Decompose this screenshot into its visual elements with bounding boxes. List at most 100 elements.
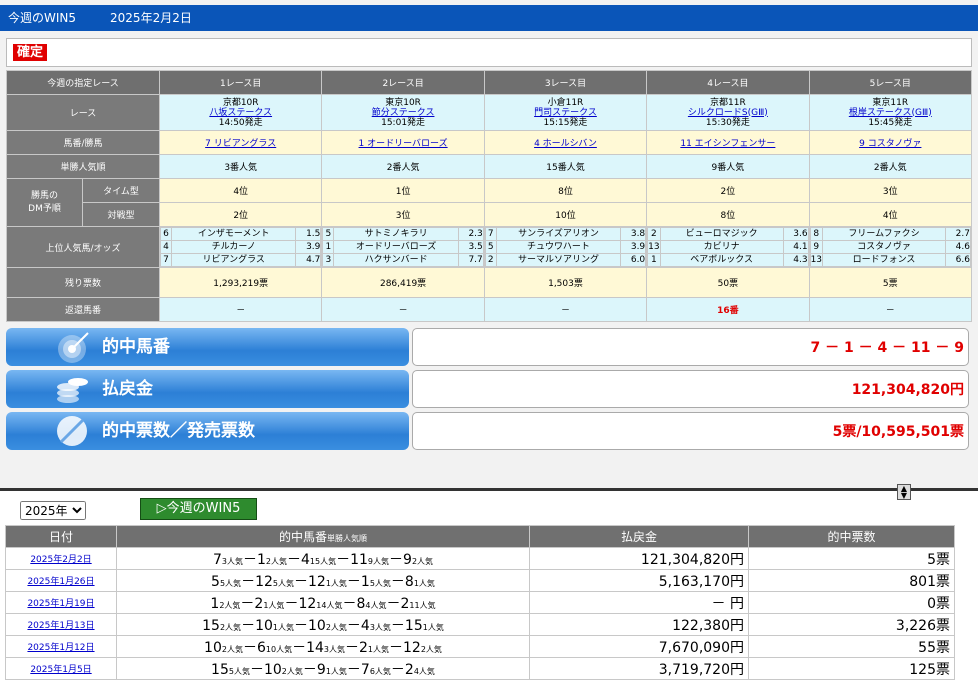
odds-row: 3 ハクサンバード 7.7: [322, 253, 484, 267]
history-date-link[interactable]: 2025年1月26日: [27, 577, 94, 587]
history-result-cell: 102人気－610人気－143人気－21人気－122人気: [116, 635, 530, 658]
history-hit-count: 125票: [748, 657, 955, 680]
history-date-link[interactable]: 2025年2月2日: [30, 555, 91, 565]
leg-popularity: 1人気: [413, 578, 435, 588]
current-win5-panel: 今週のWIN5 2025年2月2日 確定 今週の指定レース 1レース目 2レース目…: [0, 0, 978, 489]
history-date-link[interactable]: 2025年1月5日: [30, 665, 91, 675]
winner-popularity: 2番人気: [321, 154, 485, 179]
winner-link[interactable]: 1 オードリーバローズ: [359, 139, 448, 149]
refund-horse: －: [808, 297, 973, 322]
odds-horse-number: 13: [810, 253, 824, 267]
race-name-link[interactable]: シルクロードS(GⅢ): [688, 108, 768, 118]
race-start-time: 15:01発走: [381, 117, 426, 128]
history-date-link[interactable]: 2025年1月19日: [27, 599, 94, 609]
leg-separator: －: [342, 595, 357, 612]
leg-popularity: 1人気: [325, 578, 347, 588]
history-payout: 122,380円: [529, 613, 749, 636]
dm-vs-rank: 4位: [808, 202, 973, 227]
race-cell-5: 東京11R 根岸ステークス(GⅢ) 15:45発走: [808, 94, 973, 131]
odds-row: 1 オードリーバローズ 3.5: [322, 240, 484, 254]
confirmed-badge: 確定: [13, 44, 48, 61]
payout-value: 121,304,820円: [412, 370, 969, 408]
winner-link[interactable]: 9 コスタノヴァ: [859, 139, 921, 149]
leg-number: 12: [307, 573, 326, 590]
leg-separator: －: [390, 573, 405, 590]
remaining-votes: 286,419票: [321, 267, 485, 298]
history-header-date: 日付: [5, 525, 117, 548]
winner-link[interactable]: 11 エイシンフェンサー: [680, 139, 775, 149]
col-header-leg-2: 2レース目: [321, 70, 485, 95]
race-name-link[interactable]: 門司ステークス: [534, 108, 597, 118]
race-venue: 京都11R: [710, 97, 746, 108]
odds-horse-name: リビアングラス: [170, 253, 297, 267]
winner-link[interactable]: 4 ホールシバン: [534, 139, 597, 149]
odds-horse-name: カビリナ: [659, 240, 784, 254]
leg-number: 7: [212, 551, 222, 568]
page-title: 今週のWIN5: [8, 11, 77, 25]
winner-link[interactable]: 7 リビアングラス: [205, 139, 276, 149]
race-name-link[interactable]: 八坂ステークス: [209, 108, 272, 118]
history-payout: 121,304,820円: [529, 547, 749, 570]
odds-value: 4.1: [782, 240, 809, 254]
odds-horse-number: 5: [485, 240, 497, 254]
leg-separator: －: [293, 573, 308, 590]
odds-horse-name: コスタノヴァ: [822, 240, 946, 254]
odds-value: 3.5: [457, 240, 484, 254]
history-date-link[interactable]: 2025年1月12日: [27, 643, 94, 653]
row-label-horse: 馬番/勝馬: [6, 130, 160, 155]
race-name-link[interactable]: 節分ステークス: [372, 108, 435, 118]
leg-number: 9: [316, 661, 326, 678]
hit-numbers-band: 的中馬番: [6, 328, 409, 366]
race-venue: 京都10R: [222, 97, 259, 108]
status-bar: 確定: [6, 38, 972, 67]
leg-popularity: 2人気: [325, 622, 347, 632]
race-start-time: 15:30発走: [705, 117, 750, 128]
dm-vs-rank: 2位: [158, 202, 323, 227]
col-header-leg-3: 3レース目: [483, 70, 648, 95]
leg-number: 10: [204, 639, 222, 656]
history-hit-count: 5票: [748, 547, 955, 570]
leg-separator: －: [241, 573, 256, 590]
history-row: 2025年1月12日 102人気－610人気－143人気－21人気－122人気 7,…: [5, 635, 955, 658]
target-icon: [58, 332, 89, 363]
current-win5-button[interactable]: ▷今週のWIN5: [140, 498, 257, 520]
leg-number: 2: [254, 595, 264, 612]
odds-row: 5 サトミノキラリ 2.3: [322, 227, 484, 241]
history-hit-count: 0票: [748, 591, 955, 614]
leg-number: 14: [306, 639, 324, 656]
history-date-cell: 2025年1月13日: [5, 613, 117, 636]
leg-separator: －: [389, 551, 404, 568]
odds-value: 3.9: [295, 240, 321, 254]
history-row: 2025年2月2日 73人気－12人気－415人気－119人気－92人気 121,3…: [5, 547, 955, 570]
history-hit-count: 801票: [748, 569, 955, 592]
leg-separator: －: [284, 595, 299, 612]
hit-numbers-value: 7 － 1 － 4 － 11 － 9: [412, 328, 969, 366]
history-date-cell: 2025年1月26日: [5, 569, 117, 592]
odds-row: 2 ビューロマジック 3.6: [647, 227, 809, 241]
odds-row: 7 サンライズアリオン 3.8: [485, 227, 646, 241]
odds-horse-number: 6: [160, 227, 172, 241]
winner-cell-3: 4 ホールシバン: [483, 130, 648, 155]
race-name-link[interactable]: 根岸ステークス(GⅢ): [849, 108, 932, 118]
year-select[interactable]: 2025年: [20, 501, 86, 520]
remaining-votes: 5票: [808, 267, 973, 298]
history-date-link[interactable]: 2025年1月13日: [27, 621, 94, 631]
panel-divider: [0, 488, 978, 491]
remaining-votes: 1,503票: [483, 267, 648, 298]
leg-popularity: 6人気: [369, 666, 391, 676]
odds-row: 13 カビリナ 4.1: [647, 240, 809, 254]
leg-popularity: 5人気: [272, 578, 294, 588]
leg-separator: －: [293, 617, 308, 634]
leg-number: 12: [298, 595, 317, 612]
leg-popularity: 1人気: [367, 644, 390, 654]
col-header-designated: 今週の指定レース: [6, 70, 160, 95]
history-header-result: 的中馬番単勝人気順: [116, 525, 530, 548]
leg-separator: －: [292, 639, 307, 656]
odds-horse-number: 7: [485, 227, 497, 241]
leg-separator: －: [336, 551, 351, 568]
leg-popularity: 3人気: [323, 644, 345, 654]
race-start-time: 15:45発走: [868, 117, 913, 128]
panel-resize-handle[interactable]: ▲ ▼: [897, 484, 911, 500]
leg-separator: －: [346, 661, 361, 678]
dm-time-rank: 8位: [483, 178, 648, 203]
